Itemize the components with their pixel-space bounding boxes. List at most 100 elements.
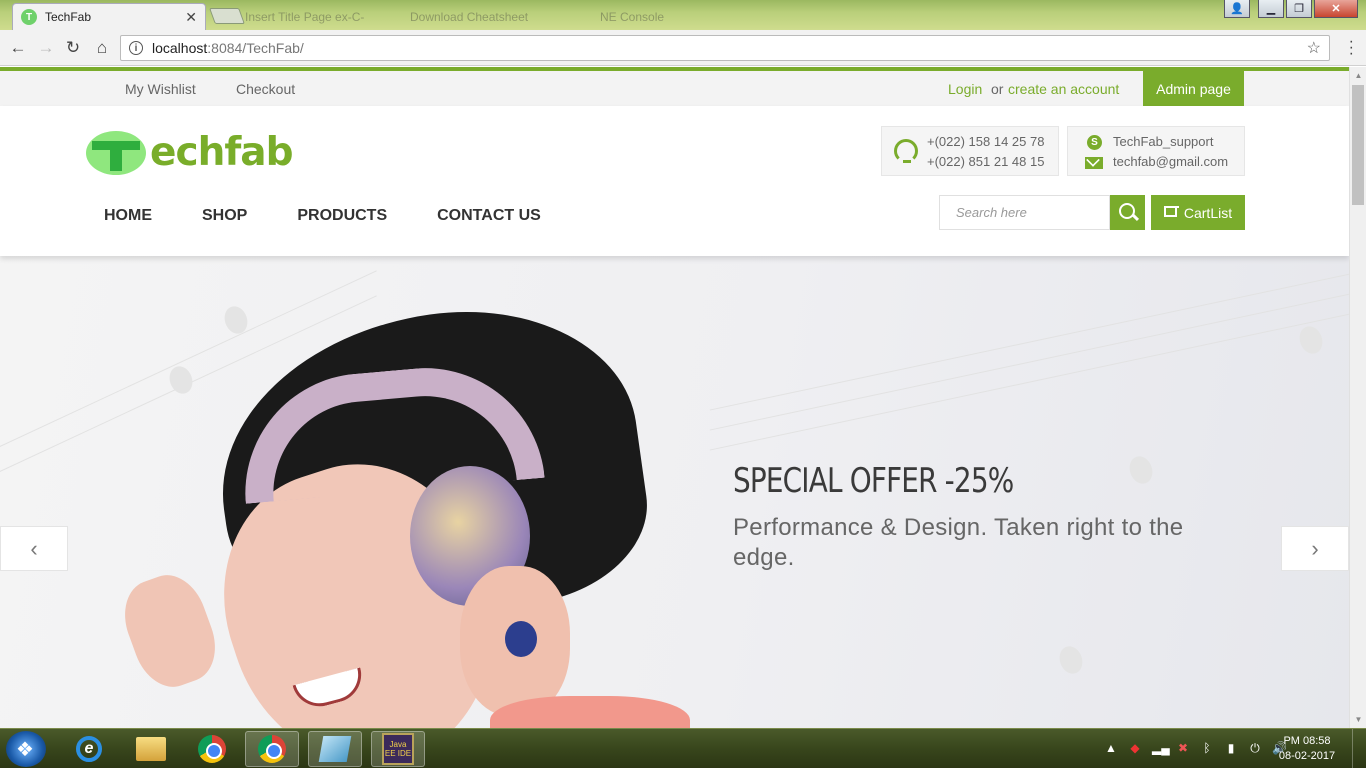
browser-tab-1[interactable]: Insert Title Page ex-C- bbox=[245, 3, 395, 30]
music-note-icon bbox=[1125, 453, 1157, 487]
hero-slider: SPECIAL OFFER -25% Performance & Design.… bbox=[0, 256, 1349, 728]
scroll-down-icon[interactable]: ▼ bbox=[1350, 711, 1366, 728]
skype-id: TechFab_support bbox=[1113, 134, 1214, 149]
chevron-left-icon: ‹ bbox=[30, 535, 38, 561]
music-staff-decoration bbox=[709, 262, 1349, 451]
taskbar-chrome-2[interactable] bbox=[245, 731, 299, 767]
folder-icon bbox=[136, 737, 166, 761]
back-arrow-icon[interactable]: ← bbox=[8, 38, 28, 58]
new-tab-button[interactable] bbox=[209, 8, 245, 24]
taskbar-app[interactable] bbox=[308, 731, 362, 767]
address-bar[interactable]: i localhost :8084/TechFab/ ☆ bbox=[120, 35, 1330, 61]
clock-date: 08-02-2017 bbox=[1278, 750, 1336, 762]
chevron-right-icon: › bbox=[1311, 535, 1319, 561]
logo-text: echfab bbox=[150, 130, 294, 175]
techfab-favicon-icon: T bbox=[21, 9, 37, 25]
network-icon[interactable]: ✖ bbox=[1176, 741, 1190, 756]
search-button[interactable] bbox=[1110, 195, 1145, 230]
show-desktop-button[interactable] bbox=[1352, 729, 1366, 769]
tab-title: Insert Title Page ex-C- bbox=[245, 9, 365, 24]
taskbar-file-explorer[interactable] bbox=[124, 731, 178, 767]
wishlist-link[interactable]: My Wishlist bbox=[125, 81, 196, 97]
skype-icon: S bbox=[1087, 135, 1102, 150]
cart-icon bbox=[1163, 206, 1179, 217]
info-icon[interactable]: i bbox=[129, 41, 143, 55]
browser-toolbar: ← → ↻ ⌂ i localhost :8084/TechFab/ ☆ · · · bbox=[0, 30, 1366, 66]
chrome-icon bbox=[258, 735, 286, 763]
signal-icon[interactable]: ▂▄ bbox=[1152, 741, 1170, 756]
tab-title: TechFab bbox=[45, 10, 92, 24]
email-address[interactable]: techfab@gmail.com bbox=[1113, 154, 1228, 169]
tray-expand-icon[interactable]: ▲ bbox=[1104, 741, 1118, 756]
minimize-button[interactable]: ▁ bbox=[1258, 0, 1284, 18]
music-staff-decoration bbox=[709, 256, 1349, 431]
start-button[interactable] bbox=[6, 731, 46, 767]
page-scrollbar[interactable]: ▲ ▼ bbox=[1349, 67, 1366, 728]
power-icon[interactable]: ⏻ bbox=[1248, 741, 1262, 756]
phone-2: +(022) 851 21 48 15 bbox=[927, 154, 1045, 169]
tab-close-icon[interactable]: ✕ bbox=[185, 9, 197, 26]
web-page: My Wishlist Checkout Login or create an … bbox=[0, 67, 1349, 728]
slide-title: SPECIAL OFFER -25% bbox=[733, 461, 1014, 501]
music-note-icon bbox=[1295, 323, 1327, 357]
system-clock[interactable]: PM 08:58 08-02-2017 bbox=[1277, 734, 1337, 764]
url-path: :8084/TechFab/ bbox=[207, 40, 304, 56]
url-host: localhost bbox=[152, 40, 208, 56]
login-link[interactable]: Login bbox=[948, 81, 982, 97]
main-nav: HOME SHOP PRODUCTS CONTACT US bbox=[104, 207, 541, 225]
techfab-logo[interactable]: echfab bbox=[86, 130, 294, 175]
nav-shop[interactable]: SHOP bbox=[202, 207, 247, 225]
home-icon[interactable]: ⌂ bbox=[92, 38, 112, 58]
internet-explorer-icon: e bbox=[76, 736, 102, 762]
app-icon bbox=[318, 736, 352, 762]
nav-products[interactable]: PRODUCTS bbox=[297, 207, 387, 225]
bookmark-star-icon[interactable]: ☆ bbox=[1307, 38, 1321, 58]
headset-icon bbox=[894, 139, 918, 163]
slider-next-button[interactable]: › bbox=[1281, 526, 1349, 571]
nav-contact[interactable]: CONTACT US bbox=[437, 207, 541, 225]
phone-1: +(022) 158 14 25 78 bbox=[927, 134, 1045, 149]
taskbar-chrome-1[interactable] bbox=[185, 731, 239, 767]
browser-tab-2[interactable]: Download Cheatsheet bbox=[410, 3, 580, 30]
online-contact-box: S TechFab_support techfab@gmail.com bbox=[1067, 126, 1245, 176]
create-account-link[interactable]: create an account bbox=[1008, 81, 1119, 97]
nav-home[interactable]: HOME bbox=[104, 207, 152, 225]
scrollbar-thumb[interactable] bbox=[1352, 85, 1364, 205]
shield-icon[interactable]: ◆ bbox=[1128, 741, 1142, 756]
logo-t-icon bbox=[86, 130, 146, 175]
cartlist-button[interactable]: CartList bbox=[1151, 195, 1245, 230]
taskbar-internet-explorer[interactable]: e bbox=[62, 731, 116, 767]
java-ee-ide-icon: Java EE IDE bbox=[382, 733, 414, 765]
phone-box: +(022) 158 14 25 78 +(022) 851 21 48 15 bbox=[881, 126, 1059, 176]
browser-tab-3[interactable]: NE Console bbox=[600, 3, 770, 30]
slider-prev-button[interactable]: ‹ bbox=[0, 526, 68, 571]
battery-icon[interactable]: ▮ bbox=[1224, 741, 1238, 756]
window-controls: 👤 ▁ ❐ ✕ bbox=[1224, 0, 1358, 18]
reload-icon[interactable]: ↻ bbox=[63, 38, 83, 58]
forward-arrow-icon[interactable]: → bbox=[36, 38, 56, 58]
slide-subtitle: Performance & Design. Taken right to the… bbox=[733, 514, 1184, 571]
cart-label: CartList bbox=[1183, 204, 1233, 221]
close-window-button[interactable]: ✕ bbox=[1314, 0, 1358, 18]
top-links-bar: My Wishlist Checkout Login or create an … bbox=[0, 71, 1349, 106]
checkout-link[interactable]: Checkout bbox=[236, 81, 295, 97]
browser-tab-techfab[interactable]: T TechFab ✕ bbox=[12, 3, 206, 30]
mail-icon bbox=[1085, 157, 1103, 169]
tab-title: NE Console bbox=[600, 9, 665, 24]
music-note-icon bbox=[1055, 643, 1087, 677]
admin-page-button[interactable]: Admin page bbox=[1143, 71, 1244, 106]
search-input[interactable]: Search here bbox=[939, 195, 1110, 230]
scroll-up-icon[interactable]: ▲ bbox=[1350, 67, 1366, 84]
taskbar-java-ee-ide[interactable]: Java EE IDE bbox=[371, 731, 425, 767]
system-tray: ▲ ◆ ▂▄ ✖ ᛒ ▮ ⏻ 🔊 bbox=[1104, 741, 1287, 756]
tab-title: Download Cheatsheet bbox=[410, 9, 529, 24]
browser-tab-strip: T TechFab ✕ Insert Title Page ex-C- Down… bbox=[0, 0, 1366, 30]
maximize-button[interactable]: ❐ bbox=[1286, 0, 1312, 18]
browser-menu-icon[interactable]: · · · bbox=[1349, 34, 1354, 62]
or-text: or bbox=[991, 81, 1004, 97]
bluetooth-icon[interactable]: ᛒ bbox=[1200, 741, 1214, 756]
clock-time: PM 08:58 bbox=[1283, 735, 1331, 747]
hero-image-woman-headphones bbox=[110, 288, 690, 728]
user-profile-icon[interactable]: 👤 bbox=[1224, 0, 1250, 18]
site-header: echfab +(022) 158 14 25 78 +(022) 851 21… bbox=[0, 106, 1349, 256]
